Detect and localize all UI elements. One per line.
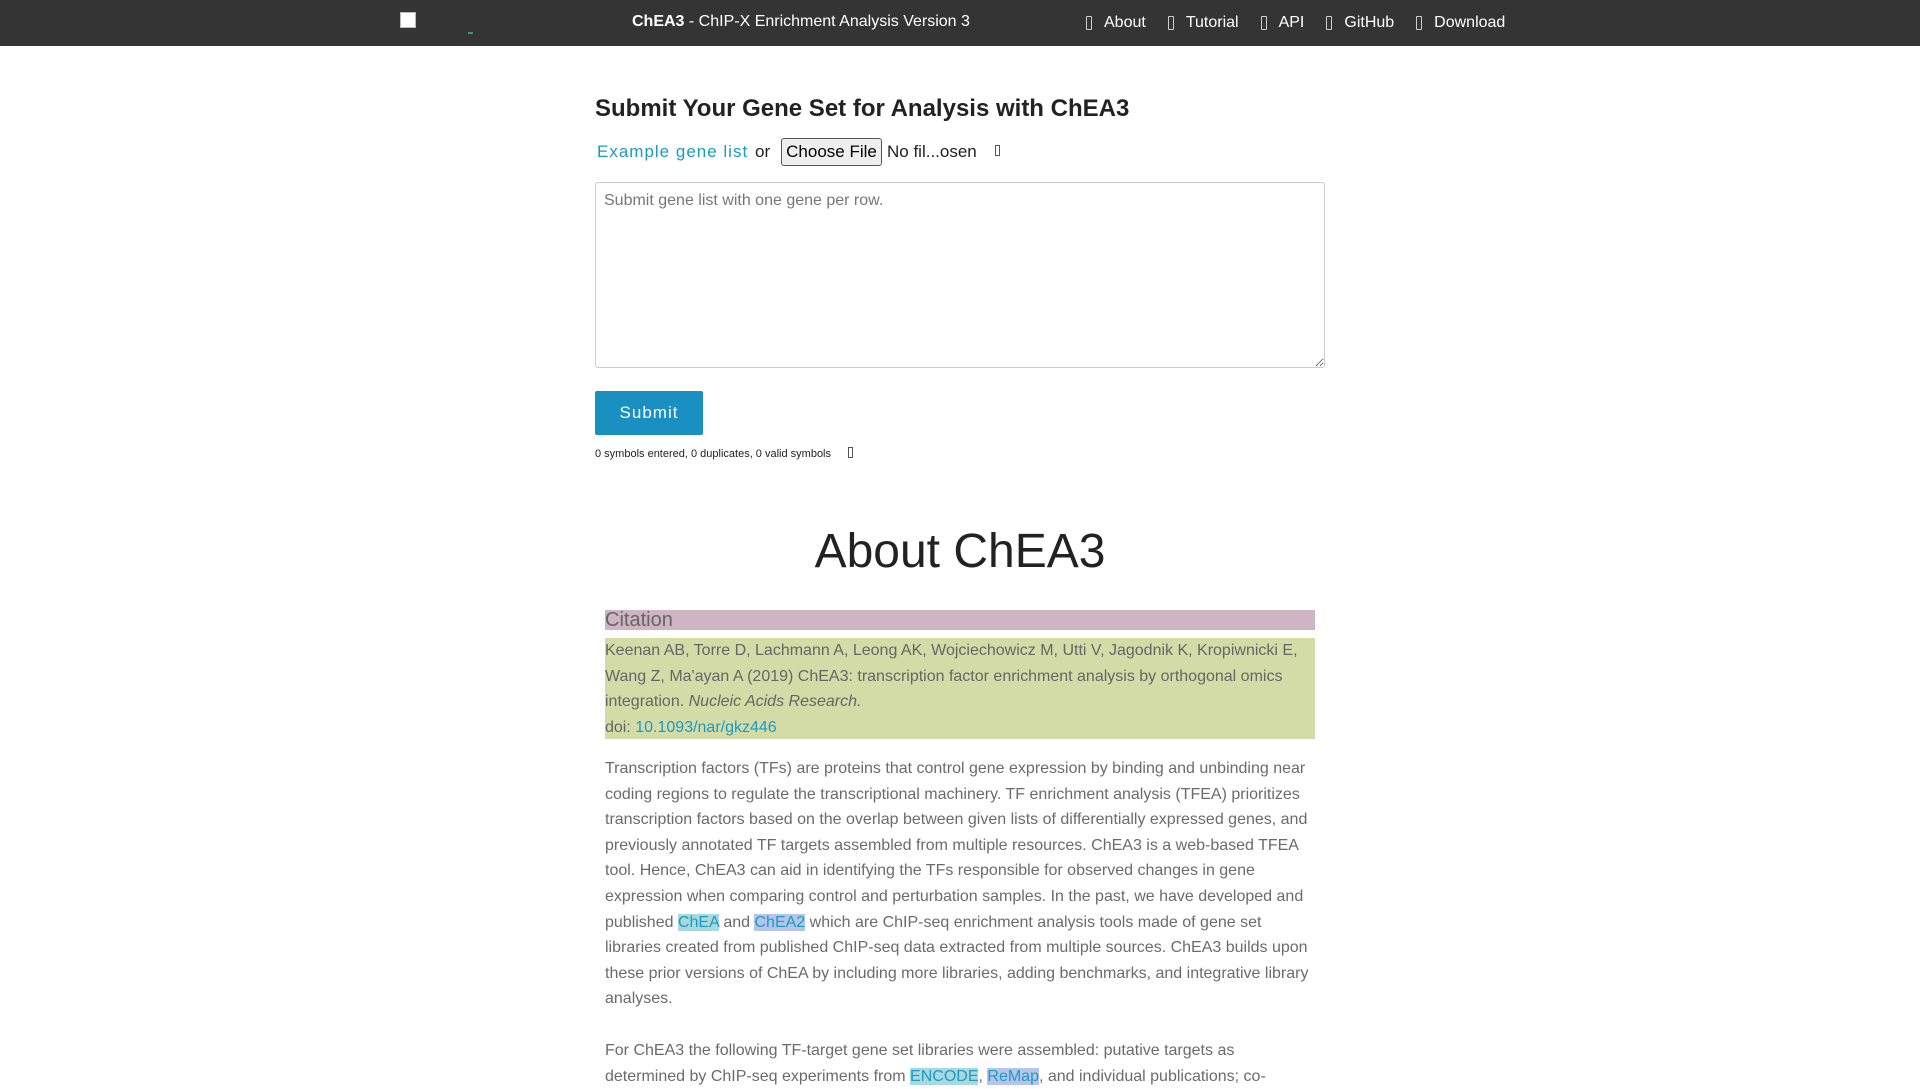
or-separator: or [755, 142, 771, 161]
remap-link[interactable]: ReMap [987, 1067, 1039, 1085]
info-icon [1086, 16, 1092, 30]
logo-fragment [468, 32, 473, 34]
brand-subtitle: - ChIP-X Enrichment Analysis Version 3 [684, 13, 970, 30]
submit-button[interactable]: Submit [595, 391, 703, 435]
choose-file-button[interactable]: Choose File [781, 138, 882, 166]
nav-links: About Tutorial API GitHub Download [1086, 0, 1527, 46]
nav-api-label: API [1278, 14, 1305, 31]
nav-api-link[interactable]: API [1260, 14, 1305, 32]
chea2-link[interactable]: ChEA2 [754, 913, 806, 931]
symbol-counts-text: 0 symbols entered, 0 duplicates, 0 valid… [595, 448, 832, 460]
site-title: ChEA3 - ChIP-X Enrichment Analysis Versi… [632, 13, 970, 31]
about-paragraph-2: For ChEA3 the following TF-target gene s… [605, 1038, 1315, 1089]
para1-text-a: Transcription factors (TFs) are proteins… [605, 760, 1308, 931]
encode-link[interactable]: ENCODE [910, 1067, 979, 1085]
nav-github-link[interactable]: GitHub [1326, 14, 1394, 32]
citation-journal: Nucleic Acids Research. [688, 693, 862, 711]
counts-help-icon[interactable] [848, 447, 853, 458]
doi-label: doi: [605, 718, 631, 736]
para1-and: and [723, 913, 751, 931]
nav-download-label: Download [1434, 14, 1506, 31]
nav-tutorial-label: Tutorial [1185, 14, 1239, 31]
file-status-text: No fil...osen [887, 142, 977, 161]
citation-box: Keenan AB, Torre D, Lachmann A, Leong AK… [605, 638, 1315, 739]
example-gene-list-link[interactable]: Example gene list [597, 142, 748, 162]
nav-tutorial-link[interactable]: Tutorial [1167, 14, 1239, 32]
top-navbar: ChEA3 - ChIP-X Enrichment Analysis Versi… [0, 0, 1920, 46]
about-title: About ChEA3 [814, 525, 1106, 578]
brand-name: ChEA3 [632, 13, 685, 30]
book-icon [1167, 16, 1174, 30]
broken-logo-image[interactable] [400, 12, 416, 28]
nav-about-link[interactable]: About [1086, 14, 1146, 32]
nav-github-label: GitHub [1344, 14, 1395, 31]
download-icon [1416, 16, 1423, 30]
gene-list-textarea[interactable] [595, 182, 1325, 368]
nav-about-label: About [1104, 14, 1146, 31]
citation-header: Citation [605, 610, 1315, 630]
chea-link[interactable]: ChEA [677, 913, 719, 931]
nav-download-link[interactable]: Download [1416, 14, 1505, 32]
code-icon [1260, 16, 1267, 30]
doi-link[interactable]: 10.1093/nar/gkz446 [635, 719, 776, 736]
github-icon [1326, 16, 1333, 30]
about-paragraph-1: Transcription factors (TFs) are proteins… [605, 756, 1315, 1012]
upload-help-icon[interactable] [995, 145, 1000, 156]
para2-comma: , [978, 1067, 983, 1085]
para2-text-b: , and individual publications; co- [1038, 1067, 1266, 1085]
submit-section-title: Submit Your Gene Set for Analysis with C… [595, 95, 1130, 122]
